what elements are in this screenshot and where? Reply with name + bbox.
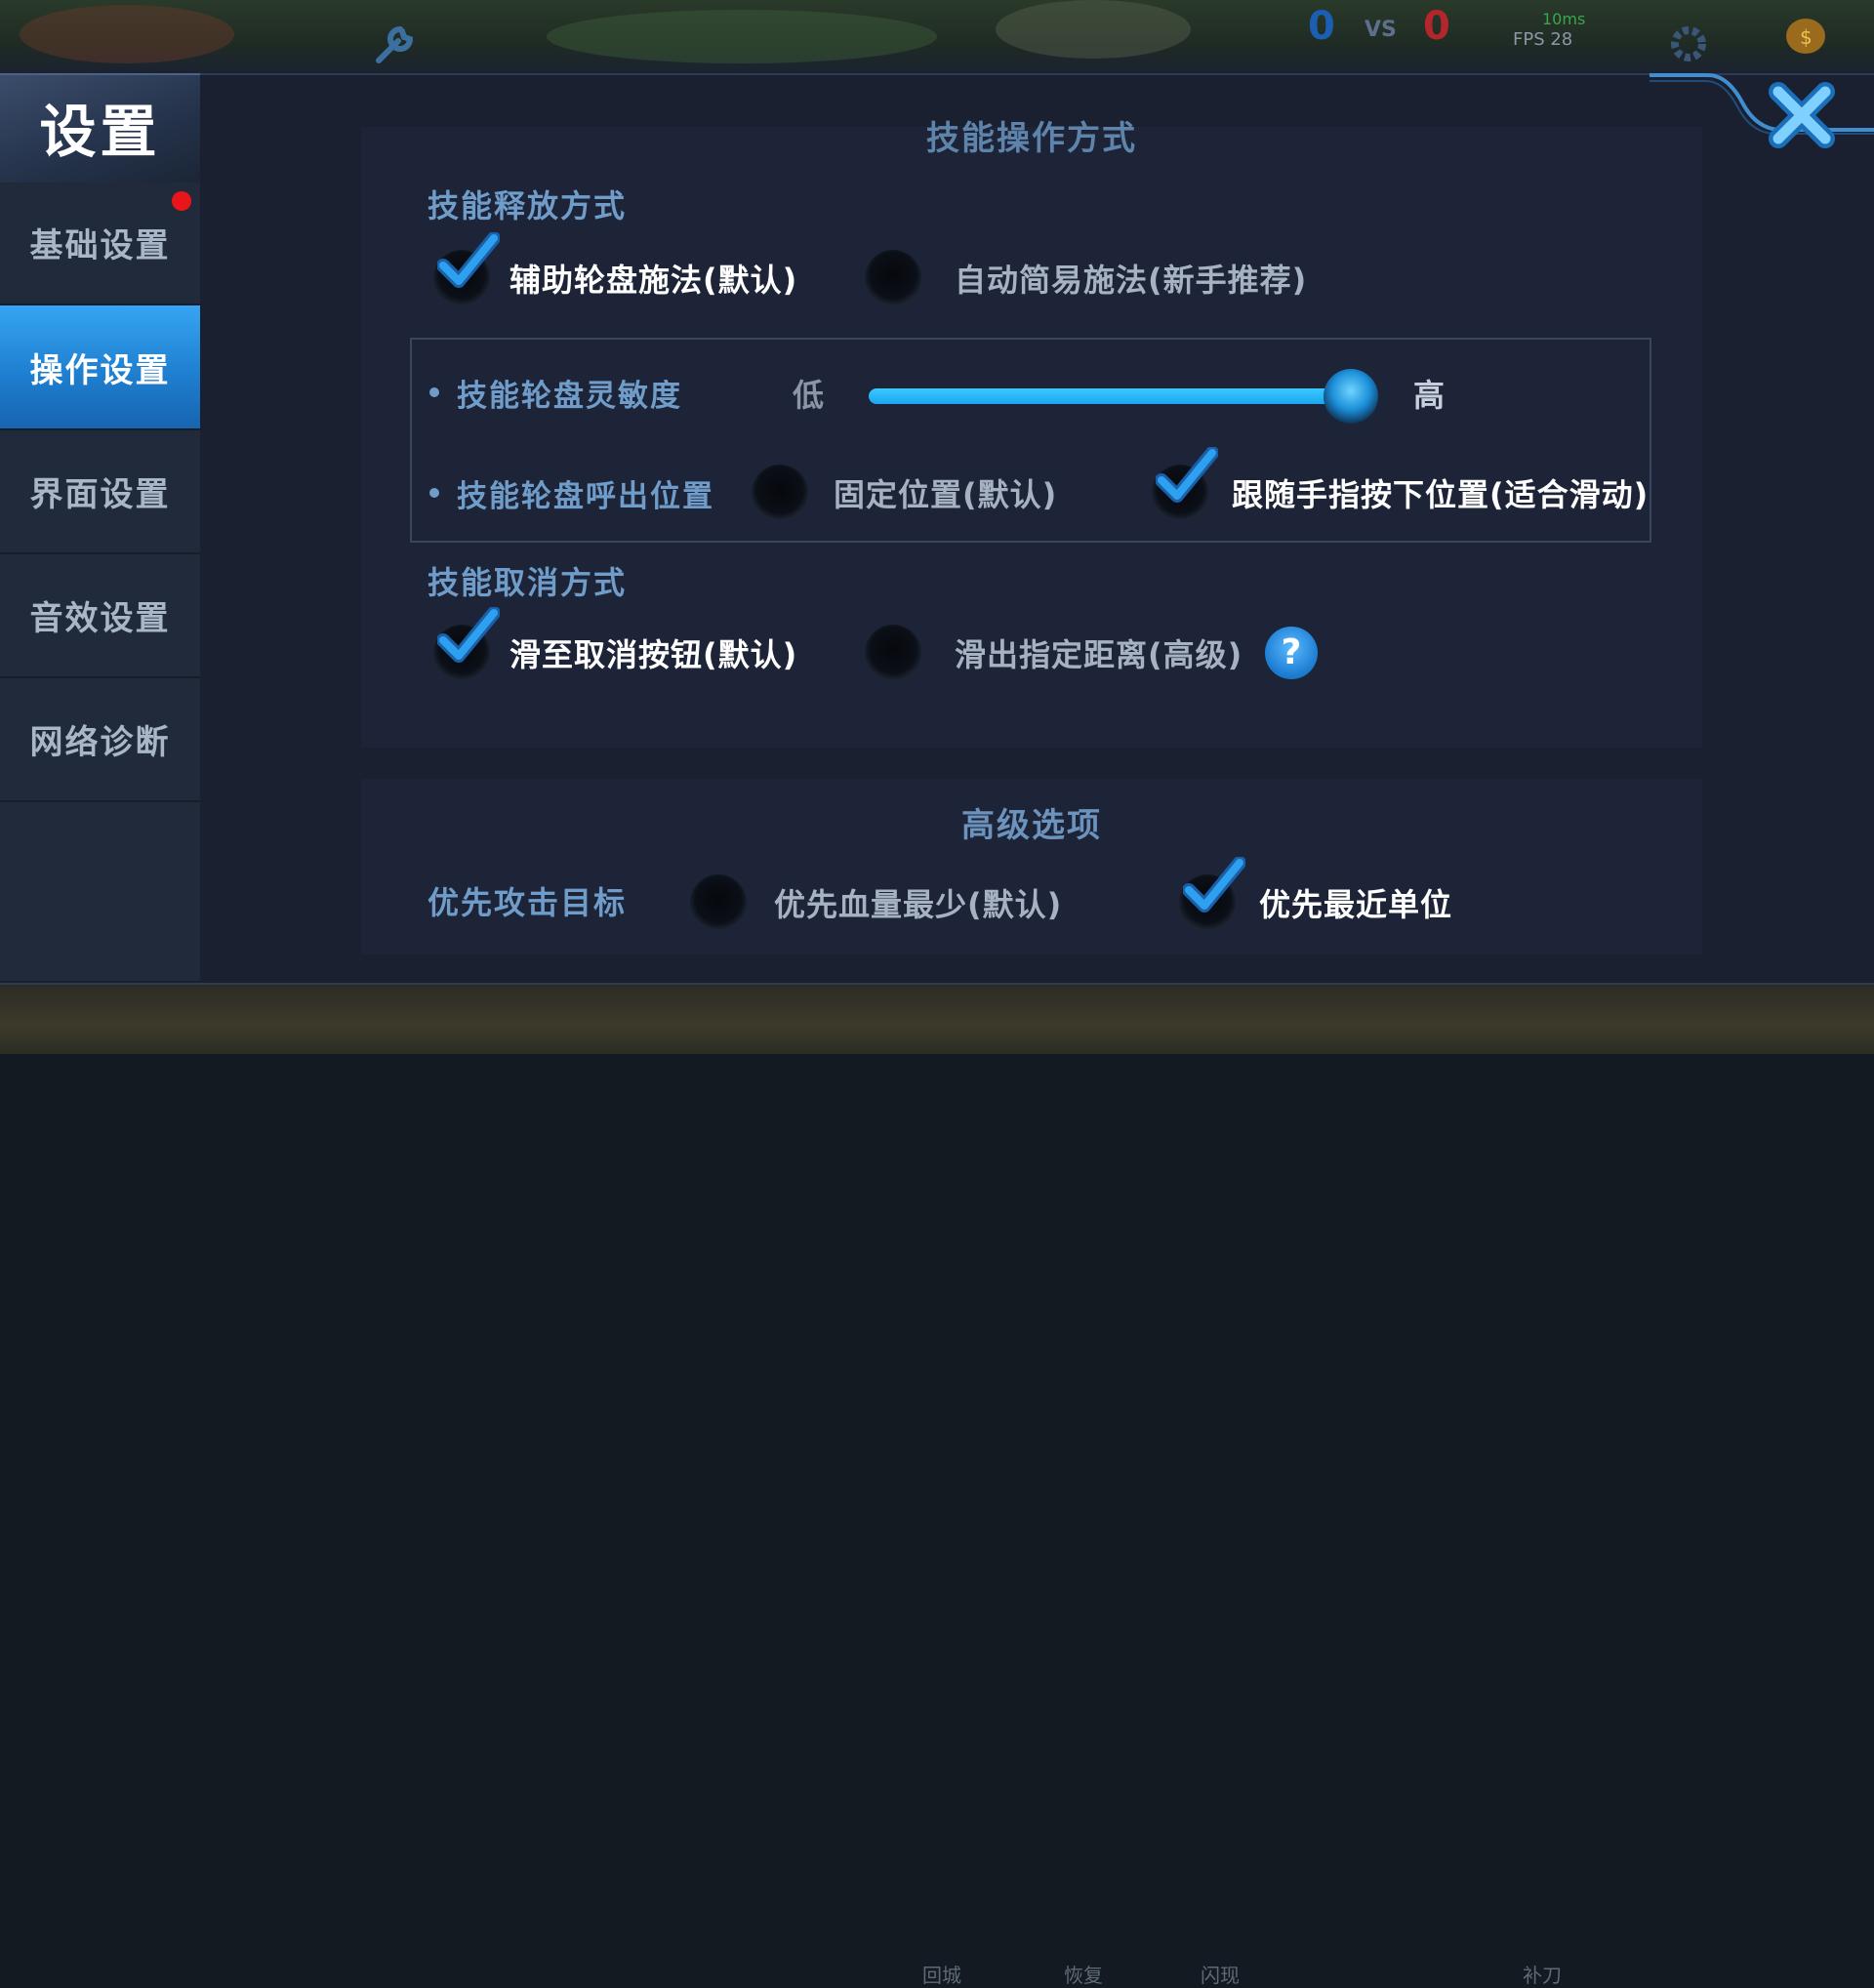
fps-readout: FPS 28 — [1513, 29, 1573, 50]
radio-option-slide-to-cancel[interactable]: 滑至取消按钮(默认) — [433, 607, 798, 681]
radio-button[interactable] — [433, 232, 500, 306]
game-hud-bottom: 回城 恢复 闪现 补刀 — [0, 981, 1874, 1987]
skill-label: 回城 — [922, 1964, 961, 1987]
sidebar-item-network[interactable]: 网络诊断 — [0, 677, 200, 802]
slider-low-label: 低 — [793, 377, 825, 414]
checkmark-icon — [1156, 447, 1218, 503]
sidebar-item-label: 操作设置 — [29, 350, 171, 390]
hud-terrain — [996, 0, 1191, 59]
radio-button[interactable] — [1179, 857, 1245, 931]
slider-fill — [869, 388, 1351, 404]
panel-header: 技能操作方式 — [926, 119, 1137, 158]
option-label: 固定位置(默认) — [834, 476, 1058, 513]
help-question-icon[interactable]: ? — [1265, 627, 1318, 679]
radio-option-slide-distance[interactable]: 滑出指定距离(高级) — [865, 625, 1243, 681]
skill-label: 补刀 — [1523, 1964, 1562, 1987]
option-label: 自动简易施法(新手推荐) — [955, 262, 1308, 299]
sidebar-item-label: 网络诊断 — [29, 722, 171, 762]
radio-option-lowest-hp[interactable]: 优先血量最少(默认) — [690, 874, 1062, 931]
score-blue: 0 — [1308, 4, 1335, 49]
option-label: 跟随手指按下位置(适合滑动) — [1232, 476, 1650, 513]
option-label: 优先血量最少(默认) — [774, 886, 1063, 923]
radio-button[interactable] — [865, 625, 921, 681]
ping-readout: 10ms — [1542, 10, 1586, 28]
bullet-dot — [429, 387, 439, 397]
section-label-target: 优先攻击目标 — [428, 884, 628, 921]
section-label-cancel: 技能取消方式 — [428, 564, 628, 601]
slider-high-label: 高 — [1413, 377, 1446, 414]
position-label: 技能轮盘呼出位置 — [457, 479, 714, 514]
radio-option-follow-finger[interactable]: 跟随手指按下位置(适合滑动) — [1152, 447, 1650, 521]
sidebar-item-controls[interactable]: 操作设置 — [0, 305, 200, 430]
radio-button[interactable] — [690, 874, 747, 931]
option-label: 优先最近单位 — [1259, 886, 1453, 923]
wrench-icon — [376, 25, 414, 63]
sidebar-item-interface[interactable]: 界面设置 — [0, 429, 200, 554]
settings-title: 设置 — [39, 99, 161, 165]
sensitivity-slider[interactable] — [869, 369, 1378, 424]
sidebar-item-basic[interactable]: 基础设置 — [0, 181, 200, 305]
section-label-release: 技能释放方式 — [428, 187, 628, 224]
option-label: 滑出指定距离(高级) — [955, 636, 1243, 673]
skill-label: 恢复 — [1064, 1964, 1103, 1987]
radio-button[interactable] — [752, 465, 808, 521]
hud-minimap — [20, 5, 234, 63]
slider-knob[interactable] — [1324, 369, 1378, 424]
radio-button[interactable] — [1152, 447, 1218, 521]
checkmark-icon — [1183, 857, 1245, 913]
panel-header: 高级选项 — [961, 806, 1102, 845]
sidebar-item-label: 基础设置 — [29, 225, 171, 265]
hud-terrain — [547, 10, 937, 63]
bullet-dot — [429, 488, 439, 498]
radio-button[interactable] — [865, 250, 921, 306]
radio-option-wheel-cast[interactable]: 辅助轮盘施法(默认) — [433, 232, 798, 306]
game-hud-top: 0 VS 0 10ms FPS 28 $ — [0, 0, 1874, 73]
sidebar-item-sound[interactable]: 音效设置 — [0, 553, 200, 678]
radio-option-auto-cast[interactable]: 自动简易施法(新手推荐) — [865, 250, 1307, 306]
checkmark-icon — [437, 232, 500, 288]
sensitivity-label: 技能轮盘灵敏度 — [457, 379, 682, 414]
svg-text:$: $ — [1800, 25, 1813, 49]
coin-bag-icon: $ — [1786, 19, 1825, 54]
radio-option-nearest-unit[interactable]: 优先最近单位 — [1179, 857, 1453, 931]
radio-option-fixed-position[interactable]: 固定位置(默认) — [752, 465, 1057, 521]
close-x-icon[interactable] — [1765, 78, 1839, 152]
score-red: 0 — [1423, 4, 1450, 49]
option-label: 辅助轮盘施法(默认) — [509, 262, 798, 299]
notification-badge — [172, 191, 191, 211]
option-label: 滑至取消按钮(默认) — [509, 636, 798, 673]
gear-icon — [1671, 26, 1706, 61]
sidebar-item-label: 界面设置 — [29, 474, 171, 514]
radio-button[interactable] — [433, 607, 500, 681]
skill-label: 闪现 — [1201, 1964, 1240, 1987]
checkmark-icon — [437, 607, 500, 663]
sidebar-item-label: 音效设置 — [29, 598, 171, 638]
score-vs: VS — [1365, 18, 1397, 42]
